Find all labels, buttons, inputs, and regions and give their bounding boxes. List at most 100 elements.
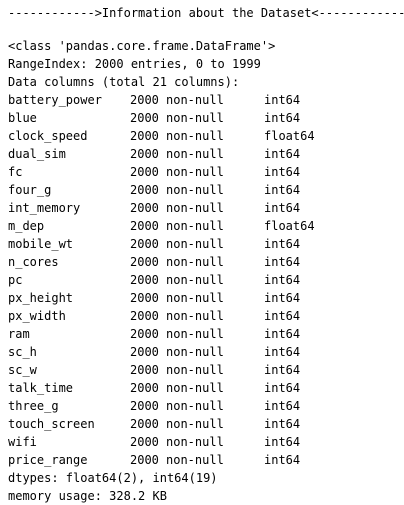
column-name: four_g	[8, 183, 52, 197]
non-null-label: non-null	[166, 201, 224, 215]
non-null-count: 2000	[130, 93, 159, 107]
column-row: wifi 2000 non-null int64	[8, 433, 400, 451]
column-dtype: float64	[264, 129, 315, 143]
column-row: dual_sim 2000 non-null int64	[8, 145, 400, 163]
non-null-count: 2000	[130, 291, 159, 305]
column-dtype: int64	[264, 201, 301, 215]
non-null-count: 2000	[130, 345, 159, 359]
column-dtype: int64	[264, 309, 301, 323]
column-row: clock_speed 2000 non-null float64	[8, 127, 400, 145]
column-dtype: int64	[264, 255, 301, 269]
non-null-count: 2000	[130, 381, 159, 395]
column-name: fc	[8, 165, 23, 179]
column-name: int_memory	[8, 201, 81, 215]
dataframe-info-output: ------------>Information about the Datas…	[8, 4, 404, 505]
column-row: blue 2000 non-null int64	[8, 109, 400, 127]
column-dtype: int64	[264, 435, 301, 449]
column-row: fc 2000 non-null int64	[8, 163, 400, 181]
column-name: blue	[8, 111, 37, 125]
column-row: four_g 2000 non-null int64	[8, 181, 400, 199]
column-dtype: int64	[264, 111, 301, 125]
non-null-label: non-null	[166, 309, 224, 323]
class-line: <class 'pandas.core.frame.DataFrame'>	[8, 39, 276, 53]
non-null-label: non-null	[166, 381, 224, 395]
column-dtype: int64	[264, 291, 301, 305]
column-name: sc_w	[8, 363, 37, 377]
non-null-label: non-null	[166, 273, 224, 287]
non-null-count: 2000	[130, 309, 159, 323]
column-dtype: int64	[264, 381, 301, 395]
column-dtype: int64	[264, 453, 301, 467]
non-null-label: non-null	[166, 399, 224, 413]
non-null-label: non-null	[166, 345, 224, 359]
column-name: touch_screen	[8, 417, 95, 431]
column-name: talk_time	[8, 381, 74, 395]
column-dtype: int64	[264, 93, 301, 107]
column-row: battery_power 2000 non-null int64	[8, 91, 400, 109]
column-name: pc	[8, 273, 23, 287]
column-dtype: int64	[264, 183, 301, 197]
non-null-label: non-null	[166, 183, 224, 197]
non-null-label: non-null	[166, 255, 224, 269]
non-null-label: non-null	[166, 93, 224, 107]
non-null-count: 2000	[130, 165, 159, 179]
non-null-count: 2000	[130, 273, 159, 287]
column-dtype: int64	[264, 417, 301, 431]
column-row: ram 2000 non-null int64	[8, 325, 400, 343]
column-dtype: int64	[264, 327, 301, 341]
column-row: px_width 2000 non-null int64	[8, 307, 400, 325]
non-null-label: non-null	[166, 417, 224, 431]
columns-header-line: Data columns (total 21 columns):	[8, 75, 240, 89]
column-row: three_g 2000 non-null int64	[8, 397, 400, 415]
column-name: price_range	[8, 453, 88, 467]
column-row: sc_w 2000 non-null int64	[8, 361, 400, 379]
column-row: talk_time 2000 non-null int64	[8, 379, 400, 397]
non-null-label: non-null	[166, 237, 224, 251]
column-name: px_width	[8, 309, 66, 323]
column-dtype: int64	[264, 147, 301, 161]
column-name: px_height	[8, 291, 74, 305]
column-dtype: int64	[264, 345, 301, 359]
non-null-count: 2000	[130, 327, 159, 341]
non-null-count: 2000	[130, 255, 159, 269]
column-dtype: int64	[264, 237, 301, 251]
non-null-count: 2000	[130, 237, 159, 251]
range-index-line: RangeIndex: 2000 entries, 0 to 1999	[8, 57, 261, 71]
non-null-label: non-null	[166, 435, 224, 449]
column-name: battery_power	[8, 93, 102, 107]
column-dtype: int64	[264, 399, 301, 413]
column-name: sc_h	[8, 345, 37, 359]
column-dtype: int64	[264, 363, 301, 377]
non-null-label: non-null	[166, 327, 224, 341]
column-row: int_memory 2000 non-null int64	[8, 199, 400, 217]
column-dtype: int64	[264, 273, 301, 287]
dtypes-line: dtypes: float64(2), int64(19)	[8, 471, 218, 485]
non-null-count: 2000	[130, 129, 159, 143]
non-null-label: non-null	[166, 147, 224, 161]
column-dtype: float64	[264, 219, 315, 233]
non-null-label: non-null	[166, 165, 224, 179]
non-null-count: 2000	[130, 363, 159, 377]
non-null-count: 2000	[130, 399, 159, 413]
column-dtype: int64	[264, 165, 301, 179]
column-name: m_dep	[8, 219, 45, 233]
column-row: n_cores 2000 non-null int64	[8, 253, 400, 271]
column-name: dual_sim	[8, 147, 66, 161]
column-row: price_range 2000 non-null int64	[8, 451, 400, 469]
section-header: ------------>Information about the Datas…	[8, 6, 404, 20]
column-name: ram	[8, 327, 30, 341]
column-list: battery_power 2000 non-null int64 blue 2000 no…	[8, 91, 400, 469]
column-row: m_dep 2000 non-null float64	[8, 217, 400, 235]
non-null-label: non-null	[166, 219, 224, 233]
memory-usage-line: memory usage: 328.2 KB	[8, 489, 167, 503]
column-row: pc 2000 non-null int64	[8, 271, 400, 289]
non-null-count: 2000	[130, 435, 159, 449]
non-null-count: 2000	[130, 201, 159, 215]
column-name: mobile_wt	[8, 237, 74, 251]
non-null-label: non-null	[166, 129, 224, 143]
column-row: sc_h 2000 non-null int64	[8, 343, 400, 361]
non-null-count: 2000	[130, 219, 159, 233]
column-row: px_height 2000 non-null int64	[8, 289, 400, 307]
column-name: wifi	[8, 435, 37, 449]
